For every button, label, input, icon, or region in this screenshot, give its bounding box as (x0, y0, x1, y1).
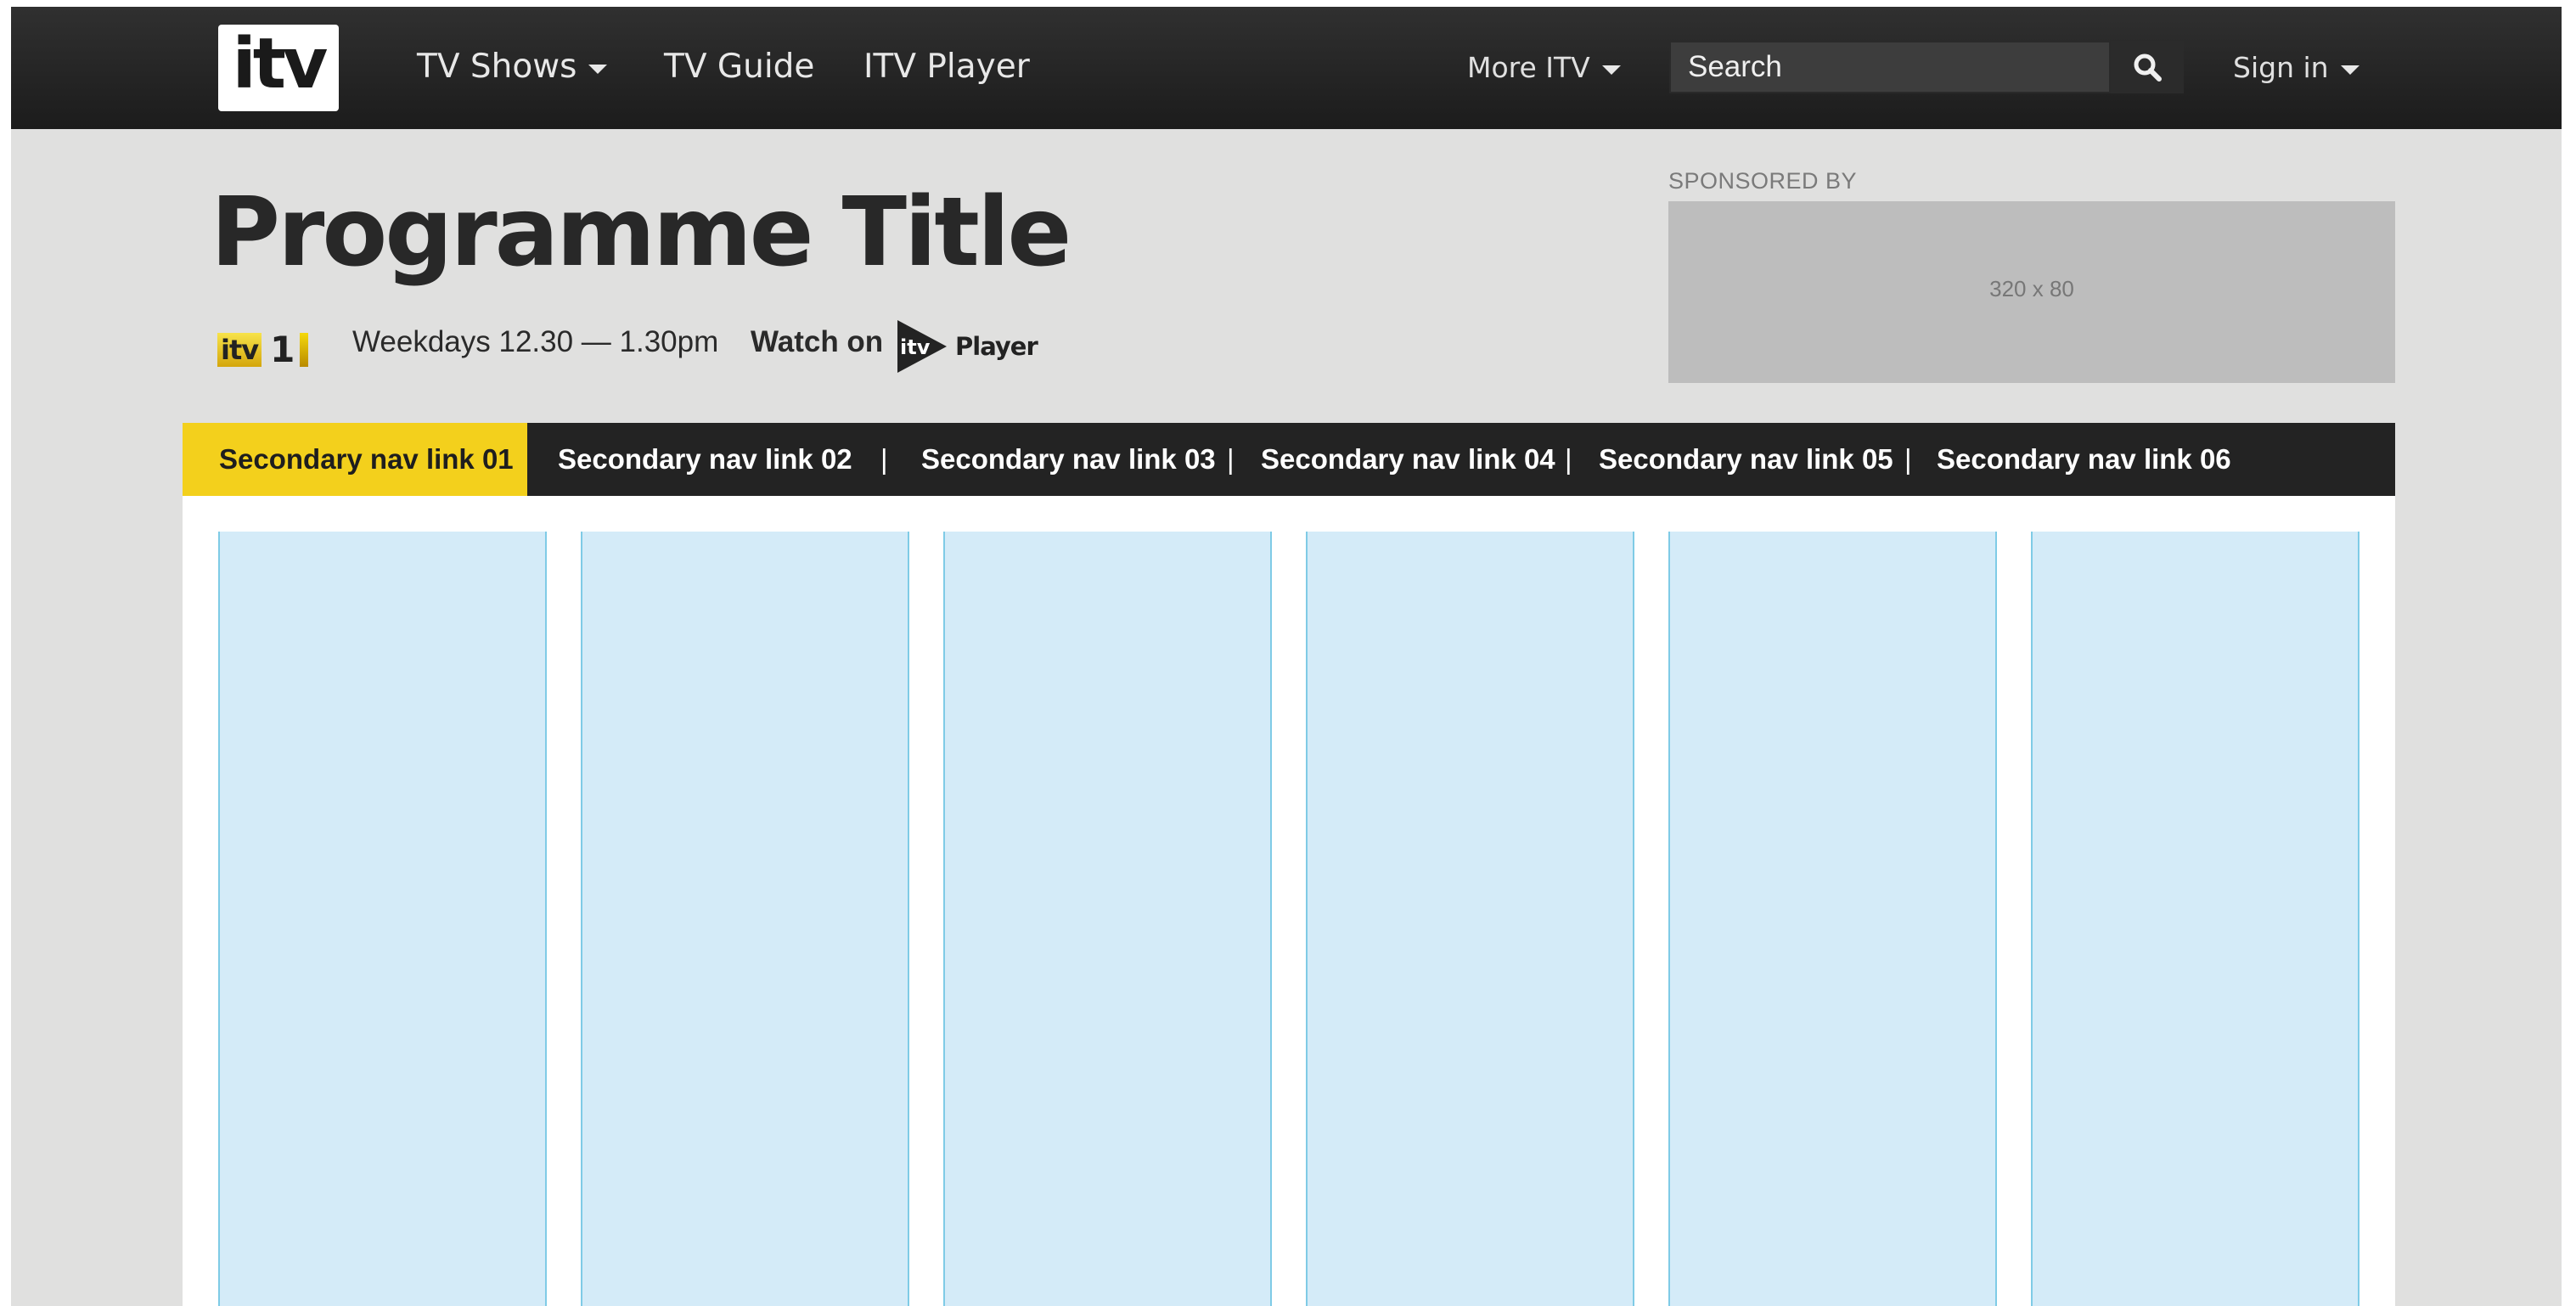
schedule-text: Weekdays 12.30 — 1.30pm (352, 325, 719, 358)
channel-brand: itv (217, 333, 262, 367)
grid-column-2 (581, 532, 909, 1306)
player-itv-text: itv (900, 335, 931, 359)
play-icon: itv (897, 320, 947, 373)
nav-itv-player[interactable]: ITV Player (863, 46, 1030, 88)
channel-number: 1 (270, 329, 295, 370)
nav-separator: | (880, 443, 888, 475)
nav-separator: | (1565, 443, 1572, 475)
player-logo-text: Player (955, 332, 1038, 361)
grid-column-5 (1668, 532, 1997, 1306)
content-area (183, 496, 2395, 1306)
logo-text: itv (232, 24, 329, 104)
channel-bar-icon (300, 333, 309, 367)
nav-tv-guide-label: TV Guide (664, 48, 815, 86)
nav-tv-guide[interactable]: TV Guide (664, 46, 814, 88)
search-bar (1669, 41, 2184, 93)
secondary-nav-link-04[interactable]: Secondary nav link 04 (1261, 423, 1555, 496)
secondary-nav-link-03[interactable]: Secondary nav link 03 (921, 423, 1216, 496)
secondary-nav: Secondary nav link 01 Secondary nav link… (183, 423, 2395, 496)
page-title: Programme Title (211, 177, 1071, 288)
sign-in-label: Sign in (2233, 51, 2329, 84)
more-itv-dropdown[interactable]: More ITV (1467, 51, 1621, 85)
sponsored-by-label: SPONSORED BY (1668, 168, 1858, 194)
chevron-down-icon (1601, 65, 1621, 75)
watch-on-label: Watch on (751, 325, 884, 358)
nav-separator: | (1904, 443, 1912, 475)
search-button[interactable] (2111, 41, 2184, 93)
top-header: itv TV Shows TV Guide ITV Player More IT… (11, 7, 2562, 129)
grid-column-1 (218, 532, 547, 1306)
search-input[interactable] (1669, 41, 2111, 93)
itv-player-link[interactable]: itv Player (894, 316, 1038, 377)
secondary-nav-link-05[interactable]: Secondary nav link 05 (1599, 423, 1893, 496)
sponsor-ad-placeholder[interactable]: 320 x 80 (1668, 201, 2395, 383)
search-icon (2134, 53, 2162, 82)
nav-itv-player-label: ITV Player (863, 48, 1030, 86)
chevron-down-icon (588, 64, 608, 74)
more-itv-label: More ITV (1467, 51, 1590, 84)
grid-column-3 (943, 532, 1272, 1306)
ad-size-label: 320 x 80 (1989, 275, 2074, 301)
sign-in-dropdown[interactable]: Sign in (2233, 51, 2359, 85)
chevron-down-icon (2340, 65, 2359, 75)
itv-logo[interactable]: itv (218, 25, 339, 111)
secondary-nav-link-01[interactable]: Secondary nav link 01 (183, 423, 527, 496)
grid-column-4 (1306, 532, 1634, 1306)
page: itv TV Shows TV Guide ITV Player More IT… (11, 7, 2562, 1306)
secondary-nav-link-06[interactable]: Secondary nav link 06 (1937, 423, 2231, 496)
itv1-channel-logo: itv 1 (217, 328, 328, 372)
nav-separator: | (1227, 443, 1235, 475)
secondary-nav-link-02[interactable]: Secondary nav link 02 (558, 423, 852, 496)
grid-column-6 (2031, 532, 2359, 1306)
nav-tv-shows[interactable]: TV Shows (417, 46, 608, 88)
nav-tv-shows-label: TV Shows (417, 48, 577, 86)
